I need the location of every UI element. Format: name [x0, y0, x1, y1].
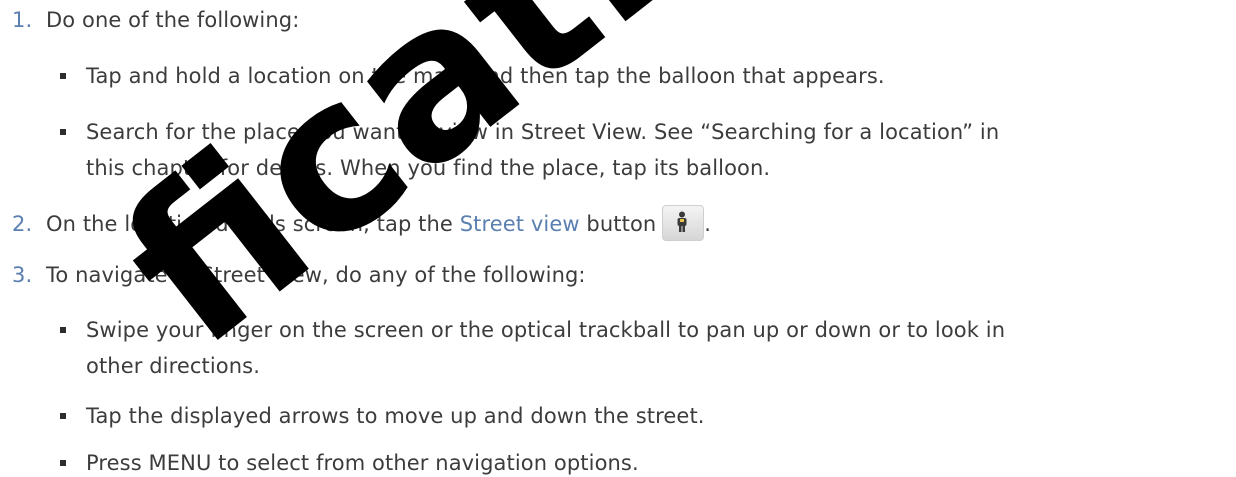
- step-text: Do one of the following:: [46, 8, 300, 32]
- list-item-continuation: this chapter for details. When you find …: [86, 155, 770, 181]
- step-1: 1. Do one of the following:: [12, 7, 299, 33]
- bullet-text: other directions.: [86, 354, 260, 378]
- step-text-before: On the location details screen, tap the: [46, 212, 460, 236]
- step-2: 2. On the location details screen, tap th…: [12, 205, 712, 243]
- street-view-label: Street view: [459, 212, 580, 236]
- bullet-marker: [60, 129, 66, 135]
- list-item: Tap and hold a location on the map, and …: [86, 63, 885, 89]
- document-page: 1. Do one of the following: Tap and hold …: [0, 0, 1236, 477]
- step-text: To navigate in Street View, do any of th…: [46, 263, 586, 287]
- bullet-text: Tap the displayed arrows to move up and …: [86, 404, 705, 428]
- bullet-text: Press MENU to select from other navigati…: [86, 451, 639, 475]
- bullet-marker: [60, 413, 66, 419]
- step-trailing: .: [704, 212, 712, 236]
- bullet-text: this chapter for details. When you find …: [86, 156, 771, 180]
- step-number: 3.: [12, 263, 33, 287]
- list-item-continuation: other directions.: [86, 353, 260, 379]
- list-item: Swipe your finger on the screen or the o…: [86, 317, 1005, 343]
- list-item: Tap the displayed arrows to move up and …: [86, 403, 705, 429]
- street-view-button-image: [662, 205, 705, 241]
- step-3: 3. To navigate in Street View, do any of …: [12, 262, 586, 288]
- street-view-person-icon: [677, 211, 687, 232]
- step-number: 2.: [12, 212, 33, 236]
- step-number: 1.: [12, 8, 33, 32]
- bullet-text: Tap and hold a location on the map, and …: [86, 64, 885, 88]
- bullet-marker: [60, 460, 66, 466]
- bullet-text: Swipe your finger on the screen or the o…: [86, 318, 1006, 342]
- bullet-text: Search for the place you want to view in…: [86, 120, 1000, 144]
- step-text-after: button: [579, 212, 657, 236]
- list-item: Search for the place you want to view in…: [86, 119, 999, 145]
- list-item: Press MENU to select from other navigati…: [86, 450, 639, 476]
- bullet-marker: [60, 327, 66, 333]
- bullet-marker: [60, 73, 66, 79]
